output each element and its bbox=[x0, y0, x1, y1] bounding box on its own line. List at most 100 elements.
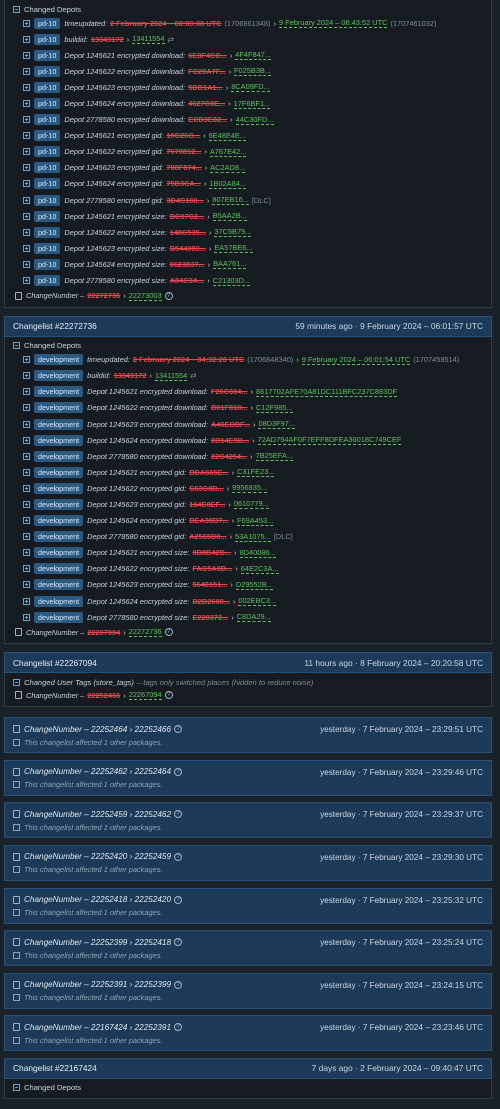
changenumber-card[interactable]: ChangeNumber – 22252418 › 22252420 ? yes… bbox=[4, 887, 492, 924]
expand-icon[interactable] bbox=[23, 67, 30, 75]
expand-icon[interactable] bbox=[23, 613, 30, 621]
changenumber-card[interactable]: ChangeNumber – 22252459 › 22252462 ? yes… bbox=[4, 802, 492, 839]
changelist-title[interactable]: Changelist #22167424 bbox=[13, 1063, 97, 1073]
help-icon[interactable]: ? bbox=[174, 1023, 183, 1032]
section-changed-depots[interactable]: Changed Depots bbox=[13, 340, 483, 352]
new-value[interactable]: 7B25EFA... bbox=[255, 451, 293, 462]
expand-icon[interactable] bbox=[23, 356, 30, 364]
new-value[interactable]: C31FE23... bbox=[237, 467, 275, 478]
expand-icon[interactable] bbox=[23, 581, 30, 589]
changenumber-card[interactable]: ChangeNumber – 22167424 › 22252391 ? yes… bbox=[4, 1015, 492, 1052]
expand-icon[interactable] bbox=[23, 436, 30, 444]
new-value[interactable]: 8D40086... bbox=[239, 548, 276, 558]
help-icon[interactable]: ? bbox=[174, 767, 183, 776]
changenumber-card[interactable]: ChangeNumber – 22252391 › 22252399 ? yes… bbox=[4, 972, 492, 1009]
expand-icon[interactable] bbox=[23, 260, 30, 268]
changenumber-card[interactable]: ChangeNumber – 22252462 › 22252464 ? yes… bbox=[4, 759, 492, 796]
new-value[interactable]: 807EB16... bbox=[212, 195, 249, 206]
expand-icon[interactable] bbox=[23, 420, 30, 428]
expand-icon[interactable] bbox=[23, 533, 30, 541]
new-value[interactable]: 37C5B79... bbox=[214, 227, 252, 238]
new-value[interactable]: F69A453... bbox=[237, 516, 274, 526]
help-icon[interactable]: ? bbox=[174, 852, 183, 861]
expand-icon[interactable] bbox=[23, 212, 30, 220]
help-icon[interactable]: ? bbox=[174, 810, 183, 819]
change-number-link[interactable]: 22267094 bbox=[128, 690, 162, 701]
new-value[interactable]: F025B3B... bbox=[234, 66, 272, 77]
expand-icon[interactable] bbox=[23, 388, 30, 396]
expand-icon[interactable] bbox=[23, 148, 30, 156]
expand-icon[interactable] bbox=[23, 452, 30, 460]
expand-icon[interactable] bbox=[23, 277, 30, 285]
new-value[interactable]: 8617702AFE70A81DC111BFC237C883DF bbox=[256, 387, 398, 397]
changenumber-label[interactable]: ChangeNumber – 22252391 › 22252399 bbox=[24, 980, 171, 989]
new-value[interactable]: 13411554 bbox=[154, 371, 188, 381]
section-changed-depots[interactable]: Changed Depots bbox=[13, 1082, 483, 1094]
new-value[interactable]: A767E42... bbox=[209, 147, 247, 157]
new-value[interactable]: 1B02A84... bbox=[209, 179, 246, 189]
expand-icon[interactable] bbox=[23, 83, 30, 91]
changenumber-label[interactable]: ChangeNumber – 22252420 › 22252459 bbox=[24, 852, 171, 861]
new-value[interactable]: 53A1075... bbox=[235, 532, 271, 542]
changelist-header[interactable]: Changelist #22267094 11 hours ago · 8 Fe… bbox=[4, 652, 492, 674]
changenumber-card[interactable]: ChangeNumber – 22252464 › 22252466 ? yes… bbox=[4, 717, 492, 754]
expand-icon[interactable] bbox=[23, 597, 30, 605]
change-number-link[interactable]: 22273003 bbox=[128, 291, 162, 301]
help-icon[interactable]: ? bbox=[164, 691, 173, 700]
expand-icon[interactable] bbox=[23, 372, 30, 380]
expand-icon[interactable] bbox=[23, 180, 30, 188]
expand-icon[interactable] bbox=[23, 19, 30, 27]
new-value[interactable]: C21303D... bbox=[212, 276, 251, 286]
expand-icon[interactable] bbox=[23, 100, 30, 108]
changelist-title[interactable]: Changelist #22267094 bbox=[13, 658, 97, 668]
help-icon[interactable]: ? bbox=[174, 725, 183, 734]
new-value[interactable]: 64E2C3A... bbox=[240, 564, 279, 574]
new-value[interactable]: 17F6BF1... bbox=[233, 99, 271, 109]
changenumber-label[interactable]: ChangeNumber – 22252462 › 22252464 bbox=[24, 767, 171, 776]
new-value[interactable]: 72AD794AF0F7EFF8DFEA36018C749CEF bbox=[257, 435, 402, 446]
collapse-icon[interactable] bbox=[13, 342, 20, 350]
expand-icon[interactable] bbox=[23, 549, 30, 557]
section-user-tags[interactable]: Changed User Tags (store_tags) – tags on… bbox=[13, 676, 483, 688]
changelist-header[interactable]: Changelist #22167424 7 days ago · 2 Febr… bbox=[4, 1057, 492, 1079]
changelist-header[interactable]: Changelist #22272736 59 minutes ago · 9 … bbox=[4, 315, 492, 337]
expand-icon[interactable] bbox=[23, 51, 30, 59]
expand-icon[interactable] bbox=[23, 164, 30, 172]
help-icon[interactable]: ? bbox=[164, 291, 173, 300]
new-value[interactable]: 9 February 2024 – 06:01:54 UTC bbox=[301, 355, 411, 365]
section-changed-depots[interactable]: Changed Depots bbox=[13, 3, 483, 15]
expand-icon[interactable] bbox=[23, 500, 30, 508]
new-value[interactable]: 9 February 2024 – 06:43:52 UTC bbox=[278, 18, 388, 29]
expand-icon[interactable] bbox=[23, 484, 30, 492]
new-value[interactable]: 8CA09FD... bbox=[231, 82, 270, 93]
expand-icon[interactable] bbox=[23, 196, 30, 204]
new-value[interactable]: 9956835... bbox=[232, 483, 268, 494]
changenumber-label[interactable]: ChangeNumber – 22252459 › 22252462 bbox=[24, 810, 171, 819]
new-value[interactable]: AC2AD8... bbox=[210, 163, 246, 173]
collapse-icon[interactable] bbox=[13, 1084, 20, 1092]
help-icon[interactable]: ? bbox=[174, 980, 183, 989]
expand-icon[interactable] bbox=[23, 517, 30, 525]
new-value[interactable]: 0610779... bbox=[233, 499, 269, 510]
expand-icon[interactable] bbox=[23, 565, 30, 573]
help-icon[interactable]: ? bbox=[174, 895, 183, 904]
expand-icon[interactable] bbox=[23, 228, 30, 236]
changenumber-label[interactable]: ChangeNumber – 22252399 › 22252418 bbox=[24, 938, 171, 947]
new-value[interactable]: 08D3F97... bbox=[258, 419, 296, 430]
changenumber-label[interactable]: ChangeNumber – 22252464 › 22252466 bbox=[24, 725, 171, 734]
expand-icon[interactable] bbox=[23, 244, 30, 252]
help-icon[interactable]: ? bbox=[174, 938, 183, 947]
new-value[interactable]: 44C30FD... bbox=[235, 115, 274, 125]
new-value[interactable]: B5AA2B... bbox=[212, 211, 247, 222]
new-value[interactable]: C12F985... bbox=[256, 403, 293, 413]
collapse-icon[interactable] bbox=[13, 5, 20, 13]
new-value[interactable]: EA57BE6... bbox=[214, 243, 253, 254]
expand-icon[interactable] bbox=[23, 404, 30, 412]
changenumber-card[interactable]: ChangeNumber – 22252420 › 22252459 ? yes… bbox=[4, 844, 492, 881]
help-icon[interactable]: ? bbox=[164, 628, 173, 637]
changenumber-card[interactable]: ChangeNumber – 22252399 › 22252418 ? yes… bbox=[4, 930, 492, 967]
new-value[interactable]: 13411554 bbox=[132, 34, 165, 45]
expand-icon[interactable] bbox=[23, 132, 30, 140]
changelist-title[interactable]: Changelist #22272736 bbox=[13, 321, 97, 331]
new-value[interactable]: C8DA29... bbox=[236, 612, 271, 623]
